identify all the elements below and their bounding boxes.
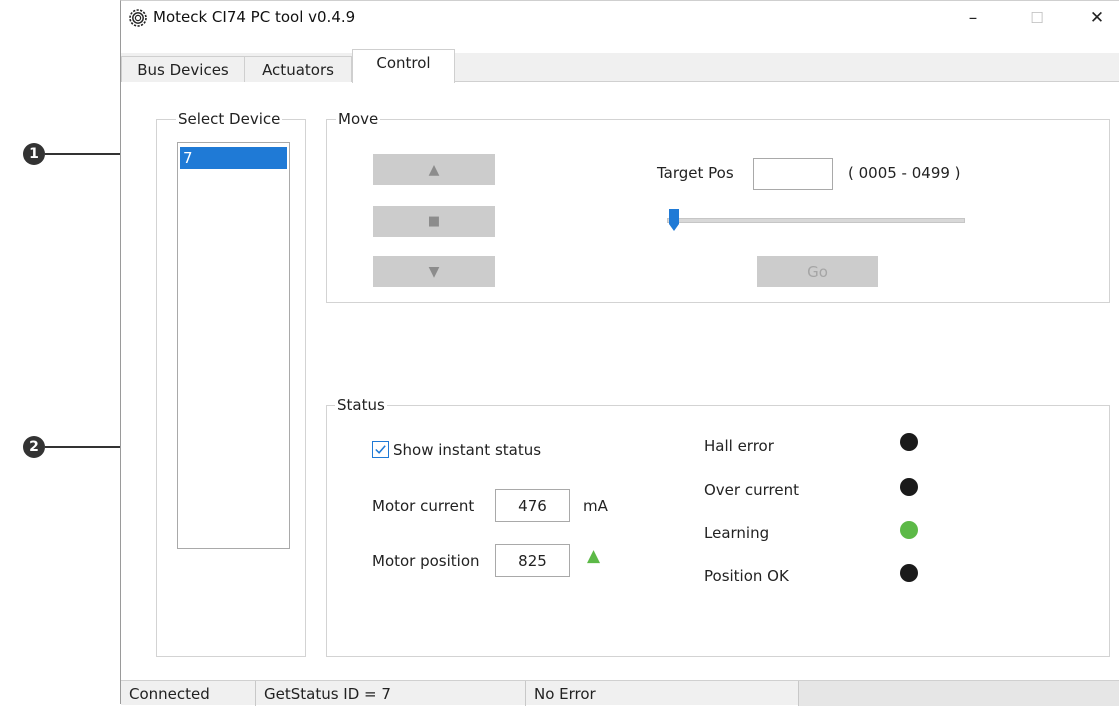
slider-thumb[interactable] xyxy=(668,208,680,232)
close-button[interactable]: ✕ xyxy=(1074,3,1119,33)
minimize-button[interactable]: – xyxy=(950,3,996,33)
status-group-label: Status xyxy=(335,396,387,414)
hall-error-label: Hall error xyxy=(704,437,774,455)
device-list-item[interactable]: 7 xyxy=(180,147,287,169)
statusbar-connection: Connected xyxy=(121,681,256,706)
motor-current-unit: mA xyxy=(583,497,608,515)
position-ok-label: Position OK xyxy=(704,567,789,585)
show-instant-checkbox[interactable] xyxy=(372,441,389,458)
target-pos-input[interactable] xyxy=(753,158,833,190)
callout-1: 1 xyxy=(23,143,45,165)
motor-position-field: 825 xyxy=(495,544,570,577)
learning-label: Learning xyxy=(704,524,770,542)
status-bar: Connected GetStatus ID = 7 No Error xyxy=(121,680,1119,706)
gear-app-icon xyxy=(129,9,147,27)
statusbar-command: GetStatus ID = 7 xyxy=(256,681,526,706)
move-group-label: Move xyxy=(336,110,381,128)
motor-current-field: 476 xyxy=(495,489,570,522)
statusbar-error: No Error xyxy=(526,681,799,706)
motor-position-label: Motor position xyxy=(372,552,480,570)
target-pos-label: Target Pos xyxy=(657,164,734,182)
title-bar[interactable]: Moteck CI74 PC tool v0.4.9 – ☐ ✕ xyxy=(121,1,1119,37)
checkmark-icon xyxy=(375,445,386,454)
tab-actuators[interactable]: Actuators xyxy=(244,56,352,82)
device-listbox[interactable]: 7 xyxy=(177,142,290,549)
over-current-indicator xyxy=(900,478,918,496)
target-pos-slider-track[interactable] xyxy=(667,218,965,223)
target-pos-range: ( 0005 - 0499 ) xyxy=(848,164,961,182)
show-instant-label[interactable]: Show instant status xyxy=(393,441,541,459)
hall-error-indicator xyxy=(900,433,918,451)
over-current-label: Over current xyxy=(704,481,799,499)
learning-indicator xyxy=(900,521,918,539)
select-device-label: Select Device xyxy=(176,110,283,128)
maximize-button[interactable]: ☐ xyxy=(1014,3,1060,33)
stop-square-icon: ■ xyxy=(427,214,441,229)
callout-2: 2 xyxy=(23,436,45,458)
position-ok-indicator xyxy=(900,564,918,582)
stop-button[interactable]: ■ xyxy=(373,206,495,237)
motor-direction-up-icon: ▲ xyxy=(587,546,601,566)
go-button[interactable]: Go xyxy=(757,256,878,287)
move-down-button[interactable]: ▼ xyxy=(373,256,495,287)
move-up-button[interactable]: ▲ xyxy=(373,154,495,185)
window-title: Moteck CI74 PC tool v0.4.9 xyxy=(153,8,356,26)
up-arrow-icon: ▲ xyxy=(428,161,440,178)
tab-bus-devices[interactable]: Bus Devices xyxy=(121,56,245,82)
down-arrow-icon: ▼ xyxy=(428,263,440,280)
statusbar-empty-panel xyxy=(799,681,1119,706)
tab-control[interactable]: Control xyxy=(352,49,455,83)
app-window: Moteck CI74 PC tool v0.4.9 – ☐ ✕ Bus Dev… xyxy=(120,0,1119,706)
motor-current-label: Motor current xyxy=(372,497,475,515)
